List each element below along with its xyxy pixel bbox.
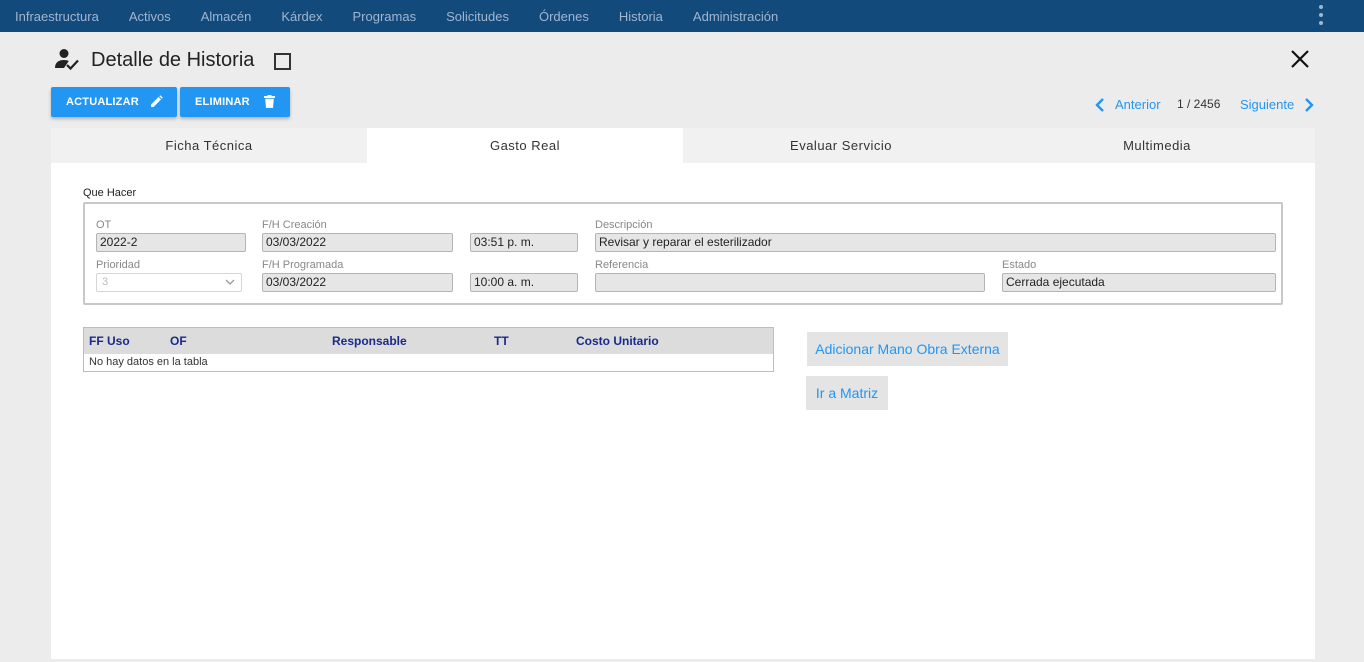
creation-label: F/H Creación (262, 219, 327, 231)
trash-icon (264, 95, 275, 108)
top-navbar: Infraestructura Activos Almacén Kárdex P… (0, 0, 1364, 32)
next-link[interactable]: Siguiente (1240, 97, 1294, 112)
nav-item-almacen[interactable]: Almacén (186, 0, 267, 32)
update-button-label: ACTUALIZAR (66, 96, 139, 108)
previous-link[interactable]: Anterior (1115, 97, 1161, 112)
delete-button[interactable]: ELIMINAR (180, 87, 290, 117)
column-header-costo-unitario[interactable]: Costo Unitario (576, 334, 659, 348)
tab-evaluar-servicio[interactable]: Evaluar Servicio (683, 128, 999, 163)
description-field[interactable]: Revisar y reparar el esterilizador (595, 233, 1276, 252)
priority-label: Prioridad (96, 259, 141, 271)
title-checkbox[interactable] (274, 53, 291, 70)
scheduled-time-field[interactable]: 10:00 a. m. (470, 273, 578, 292)
status-label: Estado (1002, 259, 1037, 271)
priority-value: 3 (102, 276, 109, 288)
table-empty-message: No hay datos en la tabla (89, 356, 208, 368)
section-label: Que Hacer (83, 187, 137, 199)
nav-item-activos[interactable]: Activos (114, 0, 186, 32)
chevron-down-icon (225, 279, 235, 285)
creation-date-field[interactable]: 03/03/2022 (262, 233, 453, 252)
description-label: Descripción (595, 219, 653, 231)
tab-bar: Ficha Técnica Gasto Real Evaluar Servici… (51, 128, 1315, 163)
nav-item-historia[interactable]: Historia (604, 0, 678, 32)
tab-ficha-tecnica[interactable]: Ficha Técnica (51, 128, 367, 163)
delete-button-label: ELIMINAR (195, 96, 250, 108)
update-button[interactable]: ACTUALIZAR (51, 87, 177, 117)
tab-gasto-real[interactable]: Gasto Real (367, 128, 683, 163)
reference-field[interactable] (595, 273, 985, 292)
column-header-tt[interactable]: TT (494, 334, 509, 348)
scheduled-label: F/H Programada (262, 259, 344, 271)
ot-label: OT (96, 219, 112, 231)
reference-label: Referencia (595, 259, 649, 271)
column-header-of[interactable]: OF (170, 334, 187, 348)
table-header: FF Uso OF Responsable TT Costo Unitario (84, 328, 773, 354)
more-vert-icon[interactable] (1318, 5, 1324, 25)
chevron-left-icon[interactable] (1094, 97, 1106, 113)
nav-item-ordenes[interactable]: Órdenes (524, 0, 604, 32)
status-field[interactable]: Cerrada ejecutada (1002, 273, 1276, 292)
user-check-icon (55, 49, 79, 71)
page-title: Detalle de Historia (91, 49, 255, 71)
work-order-fieldset: OT 2022-2 F/H Creación 03/03/2022 03:51 … (83, 202, 1283, 305)
column-header-responsable[interactable]: Responsable (332, 334, 407, 348)
scheduled-date-field[interactable]: 03/03/2022 (262, 273, 453, 292)
chevron-right-icon[interactable] (1303, 97, 1315, 113)
add-external-labor-button[interactable]: Adicionar Mano Obra Externa (807, 332, 1008, 366)
pencil-icon (151, 95, 163, 107)
nav-item-infraestructura[interactable]: Infraestructura (0, 0, 114, 32)
content-panel: Que Hacer OT 2022-2 F/H Creación 03/03/2… (51, 163, 1315, 659)
nav-item-administracion[interactable]: Administración (678, 0, 793, 32)
go-to-matrix-button[interactable]: Ir a Matriz (806, 376, 888, 410)
nav-item-kardex[interactable]: Kárdex (266, 0, 337, 32)
page-counter: 1 / 2456 (1177, 97, 1221, 111)
nav-item-programas[interactable]: Programas (338, 0, 432, 32)
ot-field[interactable]: 2022-2 (96, 233, 246, 252)
creation-time-field[interactable]: 03:51 p. m. (470, 233, 578, 252)
column-header-ff-uso[interactable]: FF Uso (89, 334, 130, 348)
cost-table: FF Uso OF Responsable TT Costo Unitario … (83, 327, 774, 372)
nav-item-solicitudes[interactable]: Solicitudes (431, 0, 524, 32)
tab-multimedia[interactable]: Multimedia (999, 128, 1315, 163)
close-icon[interactable] (1289, 48, 1311, 70)
priority-select[interactable]: 3 (96, 273, 242, 292)
